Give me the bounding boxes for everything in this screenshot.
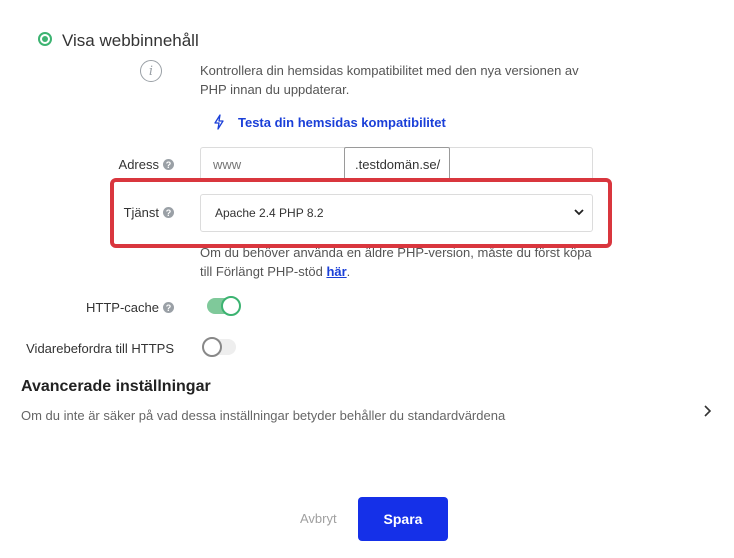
https-redirect-label-text: Vidarebefordra till HTTPS bbox=[26, 341, 174, 356]
compatibility-info-text: Kontrollera din hemsidas kompatibilitet … bbox=[200, 63, 579, 97]
php-note-suffix: . bbox=[346, 264, 351, 279]
https-redirect-label: Vidarebefordra till HTTPS bbox=[10, 341, 174, 356]
lightning-icon bbox=[214, 114, 224, 130]
toggle-knob bbox=[202, 337, 222, 357]
advanced-settings-title[interactable]: Avancerade inställningar bbox=[21, 378, 211, 396]
address-label-text: Adress bbox=[118, 157, 159, 172]
web-content-radio[interactable] bbox=[38, 32, 52, 46]
http-cache-toggle[interactable] bbox=[207, 296, 241, 316]
toggle-knob bbox=[221, 296, 241, 316]
save-button[interactable]: Spara bbox=[358, 497, 448, 541]
advanced-settings-description: Om du inte är säker på vad dessa inställ… bbox=[21, 408, 506, 423]
cancel-button[interactable]: Avbryt bbox=[300, 511, 337, 526]
http-cache-help-icon[interactable]: ? bbox=[163, 302, 174, 313]
address-domain: .testdomän.se/ bbox=[344, 147, 450, 182]
https-redirect-toggle[interactable] bbox=[202, 337, 236, 357]
php-version-note: Om du behöver använda en äldre PHP-versi… bbox=[200, 243, 600, 281]
http-cache-label: HTTP-cache ? bbox=[40, 300, 174, 315]
http-cache-label-text: HTTP-cache bbox=[86, 300, 159, 315]
php-note-text: Om du behöver använda en äldre PHP-versi… bbox=[200, 245, 592, 279]
extended-php-support-link[interactable]: här bbox=[326, 264, 346, 279]
radio-dot bbox=[42, 36, 48, 42]
chevron-right-icon[interactable] bbox=[702, 404, 712, 418]
address-help-icon[interactable]: ? bbox=[163, 159, 174, 170]
address-label: Adress ? bbox=[100, 157, 174, 172]
highlight-frame bbox=[110, 178, 612, 248]
address-path-field[interactable] bbox=[449, 147, 593, 182]
info-icon: i bbox=[140, 60, 162, 82]
web-content-radio-label[interactable]: Visa webbinnehåll bbox=[62, 31, 199, 51]
test-compatibility-link[interactable]: Testa din hemsidas kompatibilitet bbox=[238, 115, 446, 130]
address-subdomain-input[interactable] bbox=[200, 147, 345, 182]
